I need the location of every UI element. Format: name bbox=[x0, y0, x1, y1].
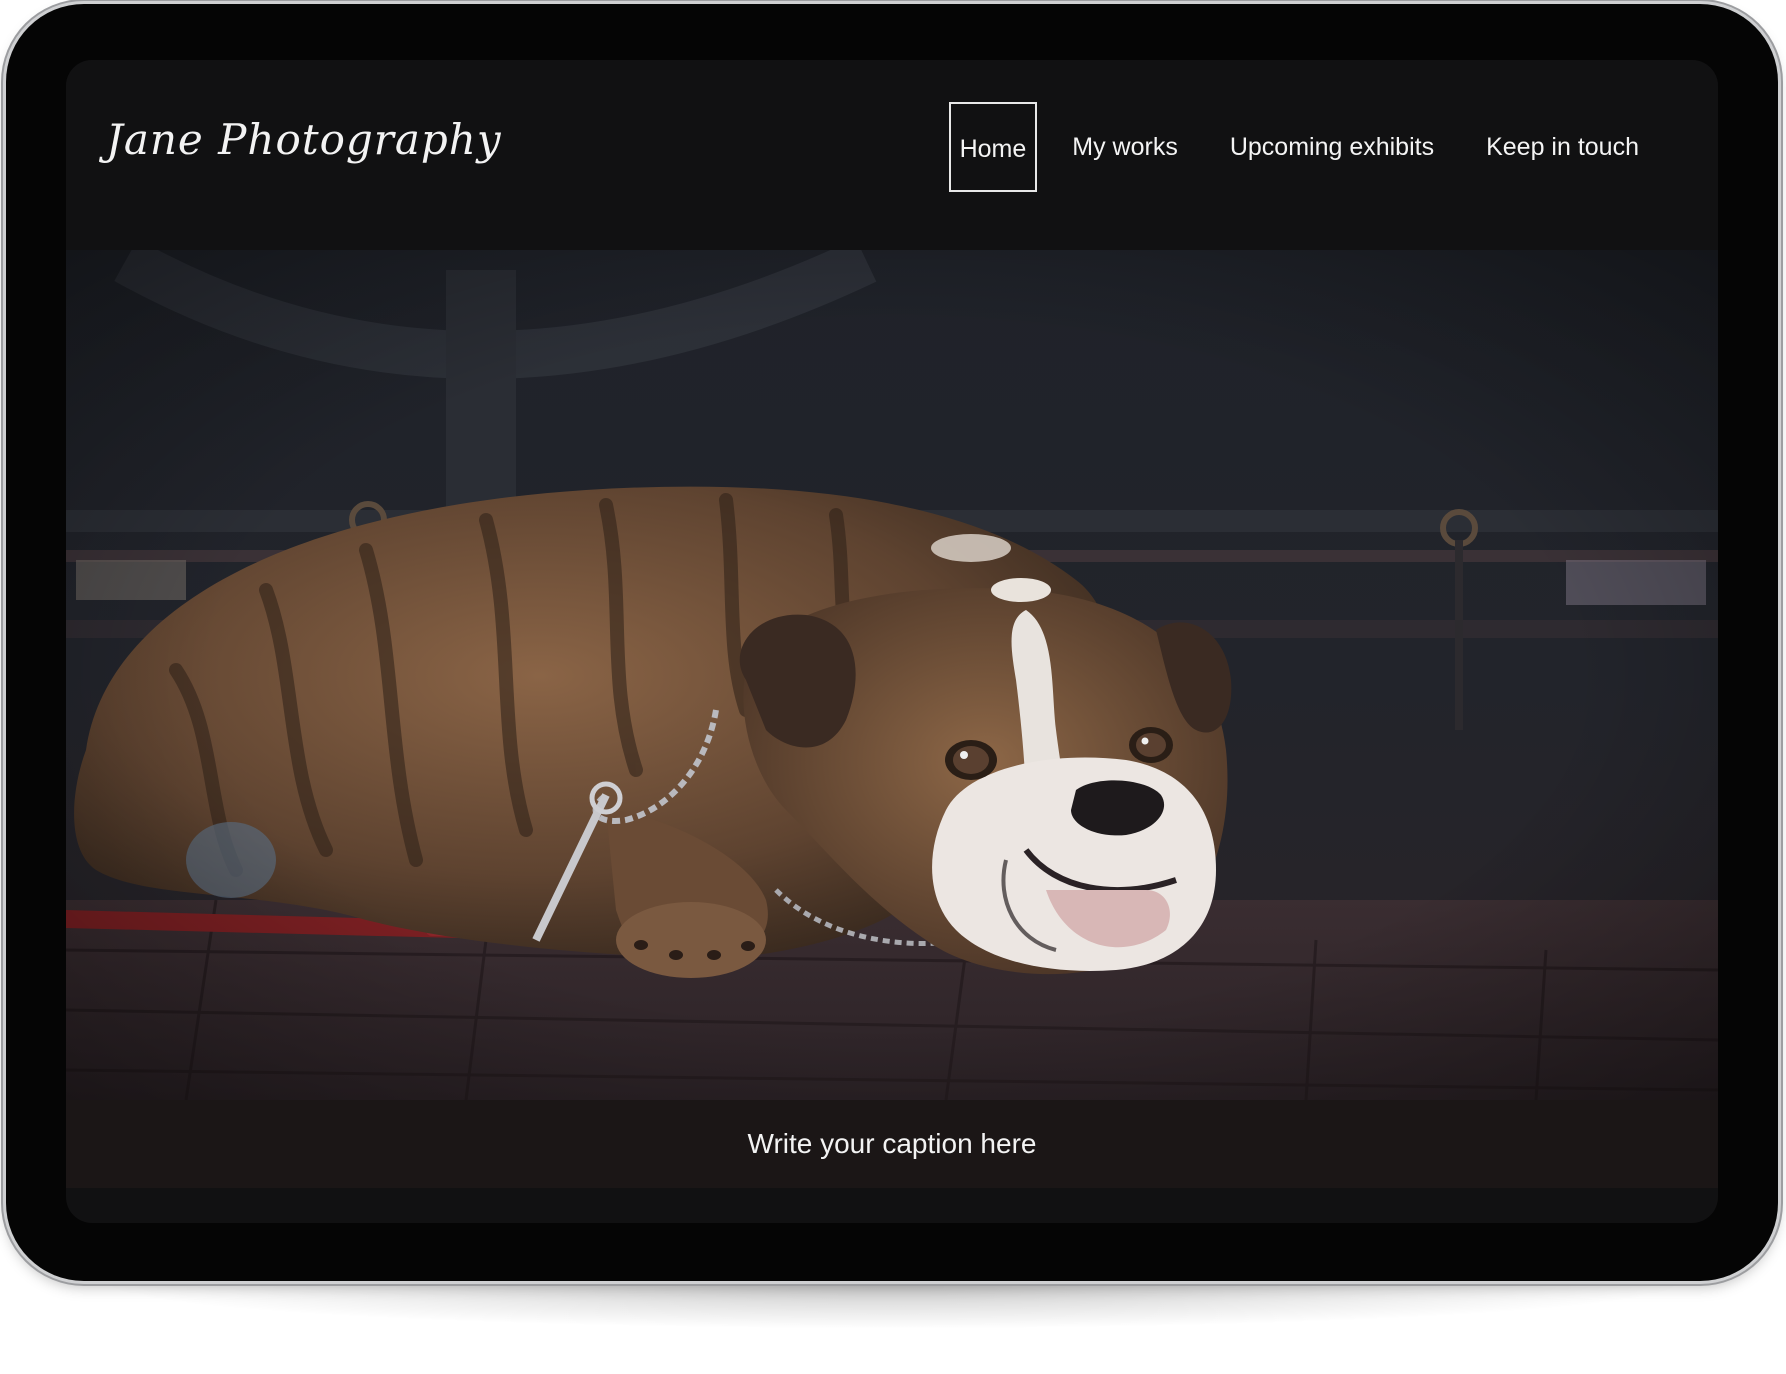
hero-image bbox=[66, 250, 1718, 1100]
tablet-screen: Jane Photography Home My works Upcoming … bbox=[66, 60, 1718, 1223]
site-header: Jane Photography Home My works Upcoming … bbox=[66, 60, 1718, 250]
tablet-device-frame: Jane Photography Home My works Upcoming … bbox=[6, 4, 1778, 1281]
site-logo[interactable]: Jane Photography bbox=[106, 115, 502, 164]
mockup-stage: Jane Photography Home My works Upcoming … bbox=[0, 0, 1786, 1374]
hero-caption: Write your caption here bbox=[747, 1128, 1037, 1159]
main-navigation: Home My works Upcoming exhibits Keep in … bbox=[948, 102, 1656, 192]
nav-item-home[interactable]: Home bbox=[948, 102, 1038, 192]
hero-photo-bulldog bbox=[66, 250, 1718, 1100]
nav-item-my-works[interactable]: My works bbox=[1055, 102, 1195, 192]
nav-item-keep-in-touch[interactable]: Keep in touch bbox=[1469, 102, 1656, 192]
nav-item-upcoming-exhibits[interactable]: Upcoming exhibits bbox=[1213, 102, 1451, 192]
hero-caption-bar: Write your caption here bbox=[66, 1100, 1718, 1188]
